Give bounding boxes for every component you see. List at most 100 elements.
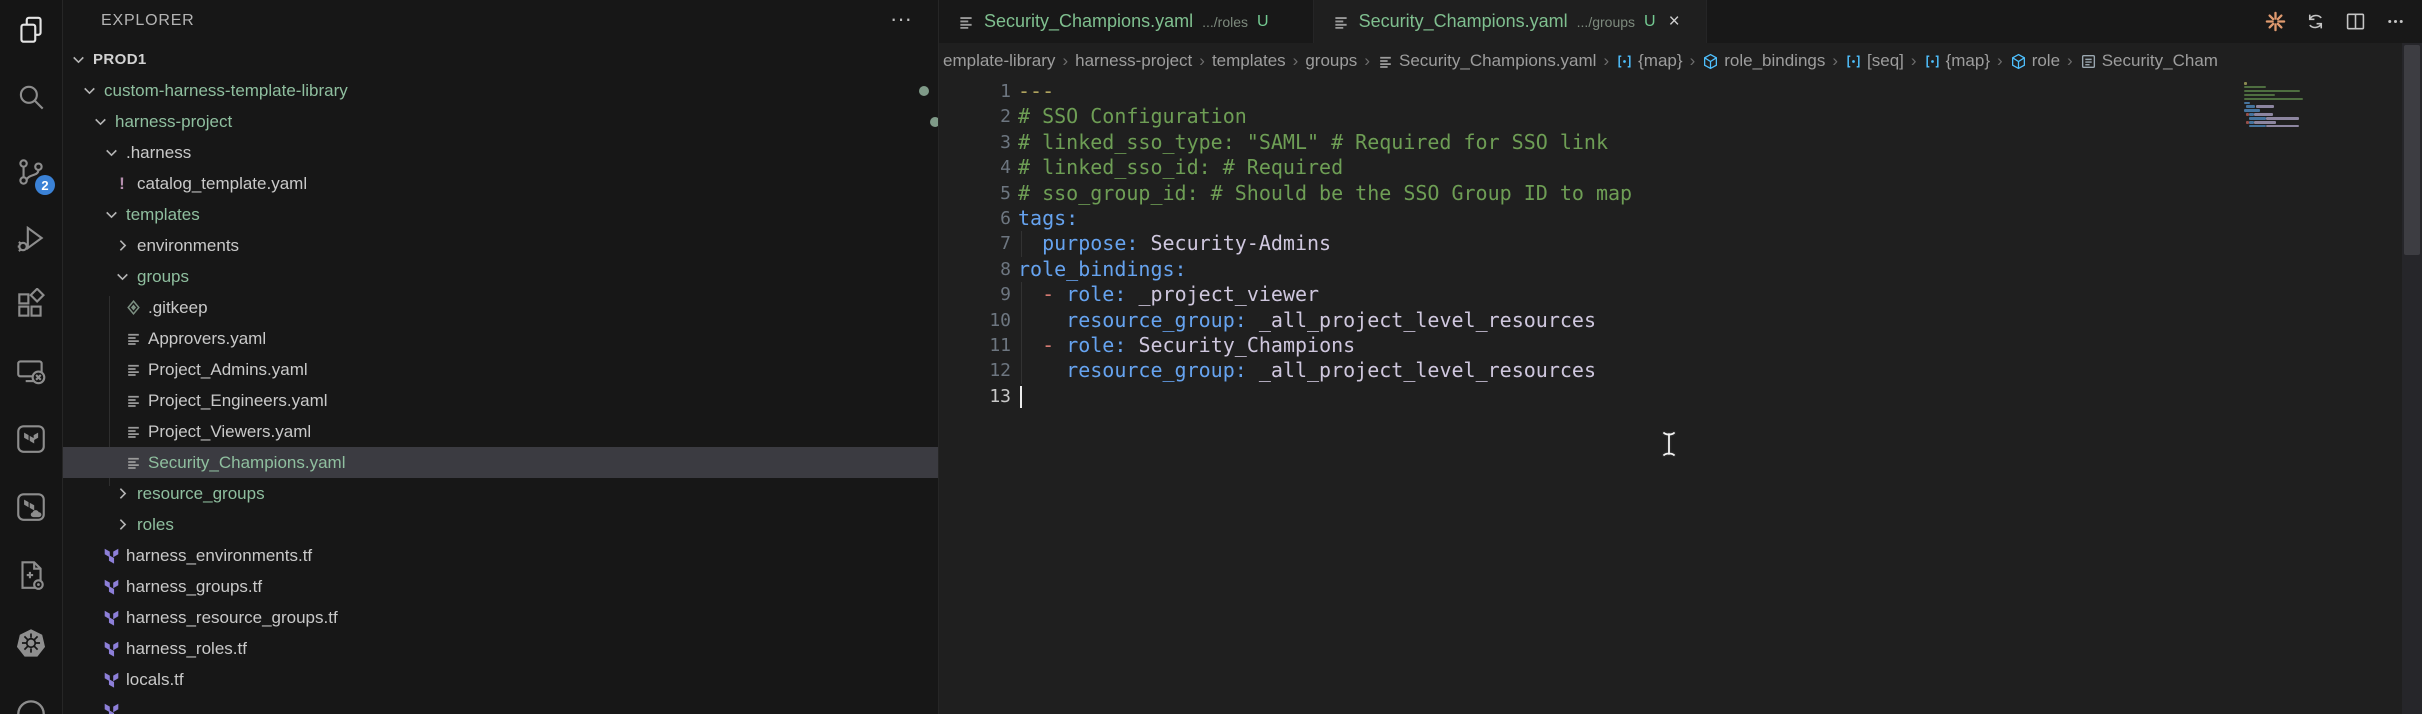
code-line[interactable]: 12 resource_group: _all_project_level_re… — [939, 358, 2239, 383]
tree-row[interactable]: Project_Admins.yaml — [63, 354, 939, 385]
breadcrumb-label: {map} — [1638, 51, 1682, 71]
cube-symbol-icon — [2010, 53, 2027, 70]
tree-row[interactable]: environments — [63, 230, 939, 261]
code-line[interactable]: 7 purpose: Security-Admins — [939, 231, 2239, 256]
line-number: 5 — [939, 181, 1011, 206]
code-line[interactable]: 11 - role: Security_Champions — [939, 333, 2239, 358]
tab-directory-hint: .../roles — [1202, 14, 1248, 30]
tree-row[interactable]: locals.tf — [63, 664, 939, 695]
chevron-right-icon — [111, 515, 133, 535]
code-line[interactable]: 8role_bindings: — [939, 257, 2239, 282]
sync-changes-icon[interactable] — [2303, 9, 2328, 34]
tree-row[interactable]: resource_groups — [63, 478, 939, 509]
editor-actions — [2263, 0, 2408, 43]
search-icon[interactable] — [7, 74, 55, 122]
breadcrumb-item[interactable]: role_bindings — [1702, 51, 1825, 71]
chevron-right-icon — [111, 236, 133, 256]
code-line[interactable]: 9 - role: _project_viewer — [939, 282, 2239, 307]
breadcrumb-separator: › — [1199, 51, 1205, 71]
code-line[interactable]: 13 — [939, 384, 2239, 409]
list-symbol-icon — [2080, 53, 2097, 70]
breadcrumb-item[interactable]: Security_Cham — [2080, 51, 2218, 71]
tree-item-label: locals.tf — [126, 670, 184, 690]
code-line[interactable]: 2# SSO Configuration — [939, 104, 2239, 129]
terraform-file-icon — [100, 546, 122, 566]
breadcrumb-item[interactable]: Security_Champions.yaml — [1377, 51, 1596, 71]
breadcrumb-label: templates — [1212, 51, 1286, 71]
tree-row[interactable]: .gitkeep — [63, 292, 939, 323]
tree-row[interactable]: harness_roles.tf — [63, 633, 939, 664]
breadcrumb-label: Security_Champions.yaml — [1399, 51, 1596, 71]
tree-row[interactable]: Project_Viewers.yaml — [63, 416, 939, 447]
tree-row[interactable]: harness_groups.tf — [63, 571, 939, 602]
tree-row[interactable]: PROD1 — [63, 44, 939, 75]
assistant-starburst-icon[interactable] — [2263, 9, 2288, 34]
close-tab-icon[interactable]: × — [1669, 11, 1680, 33]
breadcrumb-item[interactable]: role — [2010, 51, 2060, 71]
extensions-icon[interactable] — [7, 281, 55, 329]
terraform-icon[interactable] — [7, 415, 55, 463]
code-line[interactable]: 1--- — [939, 79, 2239, 104]
split-editor-icon[interactable] — [2343, 9, 2368, 34]
minimap-line — [2249, 125, 2266, 128]
code-line[interactable]: 3# linked_sso_type: "SAML" # Required fo… — [939, 130, 2239, 155]
run-debug-icon[interactable] — [7, 214, 55, 262]
code-line-content: # linked_sso_type: "SAML" # Required for… — [1018, 130, 1608, 155]
remote-explorer-icon[interactable] — [7, 347, 55, 395]
line-number: 2 — [939, 104, 1011, 129]
code-line[interactable]: 6tags: — [939, 206, 2239, 231]
source-control-icon[interactable]: 2 — [7, 148, 55, 196]
minimap-line — [2249, 117, 2266, 120]
minimap[interactable] — [2244, 82, 2339, 202]
breadcrumb-item[interactable]: [seq] — [1845, 51, 1904, 71]
breadcrumb-item[interactable]: emplate-library — [943, 51, 1055, 71]
editor-tab[interactable]: Security_Champions.yaml.../groupsU× — [1314, 0, 1707, 43]
tree-row[interactable]: Approvers.yaml — [63, 323, 939, 354]
config-file-icon[interactable] — [7, 551, 55, 599]
code-line-content: --- — [1018, 79, 1054, 104]
scrollbar-thumb[interactable] — [2404, 45, 2420, 255]
tree-item-label: resource_groups — [137, 484, 265, 504]
tree-row[interactable]: harness_resource_groups.tf — [63, 602, 939, 633]
code-editor[interactable]: 1---2# SSO Configuration3# linked_sso_ty… — [939, 79, 2239, 409]
code-line[interactable]: 10 resource_group: _all_project_level_re… — [939, 308, 2239, 333]
minimap-line — [2254, 121, 2276, 124]
partial-icon[interactable] — [7, 688, 55, 714]
scrollbar[interactable] — [2402, 43, 2422, 714]
terraform-cloud-icon[interactable] — [7, 483, 55, 531]
minimap-line — [2244, 94, 2275, 97]
breadcrumb-item[interactable]: {map} — [1924, 51, 1990, 71]
more-actions-icon[interactable]: ··· — [890, 6, 912, 32]
breadcrumb-label: {map} — [1946, 51, 1990, 71]
tree-row[interactable]: Project_Engineers.yaml — [63, 385, 939, 416]
tree-row[interactable]: groups — [63, 261, 939, 292]
tree-row[interactable]: Security_Champions.yamlU — [63, 447, 939, 478]
breadcrumb-item[interactable]: groups — [1305, 51, 1357, 71]
breadcrumb-item[interactable]: {map} — [1616, 51, 1682, 71]
line-number: 8 — [939, 257, 1011, 282]
code-line[interactable]: 4# linked_sso_id: # Required — [939, 155, 2239, 180]
line-number: 4 — [939, 155, 1011, 180]
tree-row[interactable]: custom-harness-template-library — [63, 75, 939, 106]
breadcrumb-label: role_bindings — [1724, 51, 1825, 71]
code-line[interactable]: 5# sso_group_id: # Should be the SSO Gro… — [939, 181, 2239, 206]
more-actions-icon[interactable] — [2383, 9, 2408, 34]
explorer-icon[interactable] — [7, 6, 55, 54]
editor-tab[interactable]: Security_Champions.yaml.../rolesU — [939, 0, 1314, 43]
breadcrumb-label: harness-project — [1075, 51, 1192, 71]
tree-row[interactable]: harness-project — [63, 106, 939, 137]
tree-row[interactable] — [63, 695, 939, 714]
tree-row[interactable]: templates — [63, 199, 939, 230]
chevron-down-icon — [111, 267, 133, 287]
tree-row[interactable]: !catalog_template.yaml — [63, 168, 939, 199]
breadcrumb-item[interactable]: harness-project — [1075, 51, 1192, 71]
chevron-down-icon — [67, 50, 89, 70]
kubernetes-icon[interactable] — [7, 619, 55, 667]
bracket-symbol-icon — [1616, 53, 1633, 70]
tree-row[interactable]: .harness — [63, 137, 939, 168]
tree-row[interactable]: harness_environments.tf — [63, 540, 939, 571]
minimap-line — [2244, 102, 2250, 105]
breadcrumb-item[interactable]: templates — [1212, 51, 1286, 71]
breadcrumb-separator: › — [2067, 51, 2073, 71]
tree-row[interactable]: roles — [63, 509, 939, 540]
